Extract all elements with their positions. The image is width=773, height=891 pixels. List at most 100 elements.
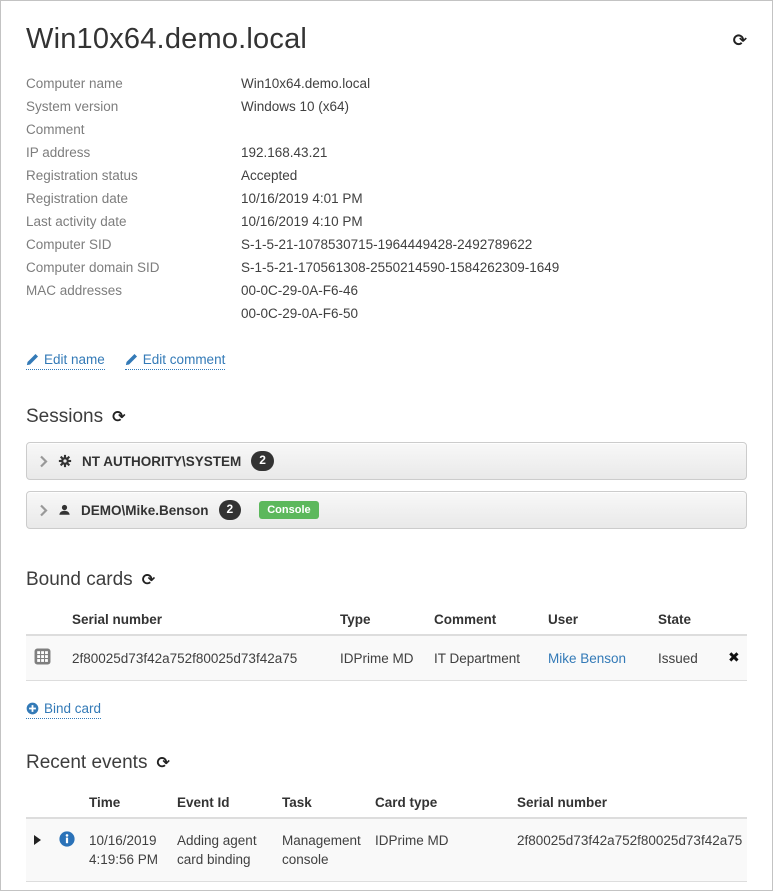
field-computer-domain-sid: Computer domain SID S-1-5-21-170561308-2… — [26, 256, 747, 279]
gear-icon — [58, 454, 72, 468]
event-serial: 2f80025d73f42a752f80025d73f42a75 — [509, 818, 747, 882]
card-icon — [34, 648, 51, 665]
edit-name-label: Edit name — [44, 352, 105, 367]
card-user-link[interactable]: Mike Benson — [548, 651, 626, 666]
computer-details-page: Win10x64.demo.local ⟳ Computer name Win1… — [0, 0, 773, 891]
chevron-right-icon — [40, 455, 48, 468]
event-task: Management console — [274, 818, 367, 882]
bind-card-link[interactable]: Bind card — [26, 701, 101, 719]
session-panel-system[interactable]: NT AUTHORITY\SYSTEM 2 — [26, 442, 747, 480]
recent-events-heading-label: Recent events — [26, 752, 147, 774]
field-value: 192.168.43.21 — [241, 141, 327, 164]
column-header-task: Task — [274, 788, 367, 818]
field-value: Win10x64.demo.local — [241, 72, 370, 95]
field-mac-addresses: MAC addresses 00-0C-29-0A-F6-46 00-0C-29… — [26, 279, 747, 325]
event-expand-cell — [26, 818, 51, 882]
field-label: Computer SID — [26, 233, 241, 256]
table-header-row: Time Event Id Task Card type Serial numb… — [26, 788, 747, 818]
refresh-icon[interactable]: ⟳ — [733, 33, 747, 50]
event-card-type: IDPrime MD — [367, 818, 509, 882]
plus-circle-icon — [26, 702, 39, 715]
edit-comment-label: Edit comment — [143, 352, 226, 367]
field-registration-date: Registration date 10/16/2019 4:01 PM — [26, 187, 747, 210]
refresh-icon[interactable]: ⟳ — [112, 409, 125, 425]
bound-cards-table: Serial number Type Comment User State — [26, 605, 747, 681]
column-header-time: Time — [81, 788, 169, 818]
console-badge: Console — [259, 501, 318, 519]
user-icon — [58, 504, 71, 517]
field-label: MAC addresses — [26, 279, 241, 325]
refresh-icon[interactable]: ⟳ — [142, 572, 155, 588]
info-icon — [59, 831, 75, 847]
card-serial: 2f80025d73f42a752f80025d73f42a75 — [64, 635, 332, 681]
mac-address-1: 00-0C-29-0A-F6-46 — [241, 279, 358, 302]
computer-details: Computer name Win10x64.demo.local System… — [26, 72, 747, 325]
field-value: Windows 10 (x64) — [241, 95, 349, 118]
refresh-icon[interactable]: ⟳ — [156, 755, 169, 771]
field-value: Accepted — [241, 164, 297, 187]
column-header-icon — [26, 605, 64, 635]
unbind-card-icon[interactable]: ✖ — [728, 650, 740, 666]
mac-address-2: 00-0C-29-0A-F6-50 — [241, 302, 358, 325]
table-header-row: Serial number Type Comment User State — [26, 605, 747, 635]
recent-events-table: Time Event Id Task Card type Serial numb… — [26, 788, 747, 882]
edit-actions: Edit name Edit comment — [26, 352, 747, 370]
session-count-badge: 2 — [251, 451, 274, 471]
field-system-version: System version Windows 10 (x64) — [26, 95, 747, 118]
card-comment: IT Department — [426, 635, 540, 681]
field-label: System version — [26, 95, 241, 118]
sessions-section: Sessions ⟳ NT AUTHORITY\SYSTEM 2 — [26, 406, 747, 529]
card-type: IDPrime MD — [332, 635, 426, 681]
card-icon-cell — [26, 635, 64, 681]
field-label: Comment — [26, 118, 241, 141]
expand-caret-icon[interactable] — [34, 835, 41, 845]
column-header-comment: Comment — [426, 605, 540, 635]
field-label: IP address — [26, 141, 241, 164]
field-value: S-1-5-21-170561308-2550214590-1584262309… — [241, 256, 559, 279]
recent-events-section: Recent events ⟳ Time Event Id Task Card … — [26, 752, 747, 882]
sessions-heading-label: Sessions — [26, 406, 103, 428]
column-header-serial: Serial number — [509, 788, 747, 818]
column-header-card-type: Card type — [367, 788, 509, 818]
page-title: Win10x64.demo.local — [26, 23, 307, 56]
bind-card-row: Bind card — [26, 701, 747, 720]
recent-events-heading: Recent events ⟳ — [26, 752, 747, 774]
column-header-severity — [51, 788, 81, 818]
card-user-cell: Mike Benson — [540, 635, 650, 681]
bound-card-row: 2f80025d73f42a752f80025d73f42a75 IDPrime… — [26, 635, 747, 681]
session-name: DEMO\Mike.Benson — [81, 503, 209, 518]
card-state: Issued — [650, 635, 720, 681]
session-name: NT AUTHORITY\SYSTEM — [82, 454, 241, 469]
pencil-icon — [26, 353, 39, 366]
edit-name-link[interactable]: Edit name — [26, 352, 105, 370]
bound-cards-heading-label: Bound cards — [26, 569, 133, 591]
field-registration-status: Registration status Accepted — [26, 164, 747, 187]
bind-card-label: Bind card — [44, 701, 101, 716]
column-header-expand — [26, 788, 51, 818]
column-header-state: State — [650, 605, 720, 635]
event-row: 10/16/2019 4:19:56 PM Adding agent card … — [26, 818, 747, 882]
pencil-icon — [125, 353, 138, 366]
session-panel-user[interactable]: DEMO\Mike.Benson 2 Console — [26, 491, 747, 529]
event-time: 10/16/2019 4:19:56 PM — [81, 818, 169, 882]
chevron-right-icon — [40, 504, 48, 517]
column-header-user: User — [540, 605, 650, 635]
bound-cards-section: Bound cards ⟳ Serial number Type Comment… — [26, 569, 747, 720]
field-value: S-1-5-21-1078530715-1964449428-249278962… — [241, 233, 532, 256]
event-id: Adding agent card binding — [169, 818, 274, 882]
field-label: Registration status — [26, 164, 241, 187]
event-severity-cell — [51, 818, 81, 882]
column-header-serial: Serial number — [64, 605, 332, 635]
edit-comment-link[interactable]: Edit comment — [125, 352, 226, 370]
column-header-type: Type — [332, 605, 426, 635]
field-label: Computer name — [26, 72, 241, 95]
page-header: Win10x64.demo.local ⟳ — [26, 23, 747, 56]
sessions-heading: Sessions ⟳ — [26, 406, 747, 428]
bound-cards-heading: Bound cards ⟳ — [26, 569, 747, 591]
field-computer-name: Computer name Win10x64.demo.local — [26, 72, 747, 95]
field-last-activity-date: Last activity date 10/16/2019 4:10 PM — [26, 210, 747, 233]
card-actions-cell: ✖ — [720, 635, 747, 681]
field-label: Last activity date — [26, 210, 241, 233]
column-header-actions — [720, 605, 747, 635]
field-comment: Comment — [26, 118, 747, 141]
